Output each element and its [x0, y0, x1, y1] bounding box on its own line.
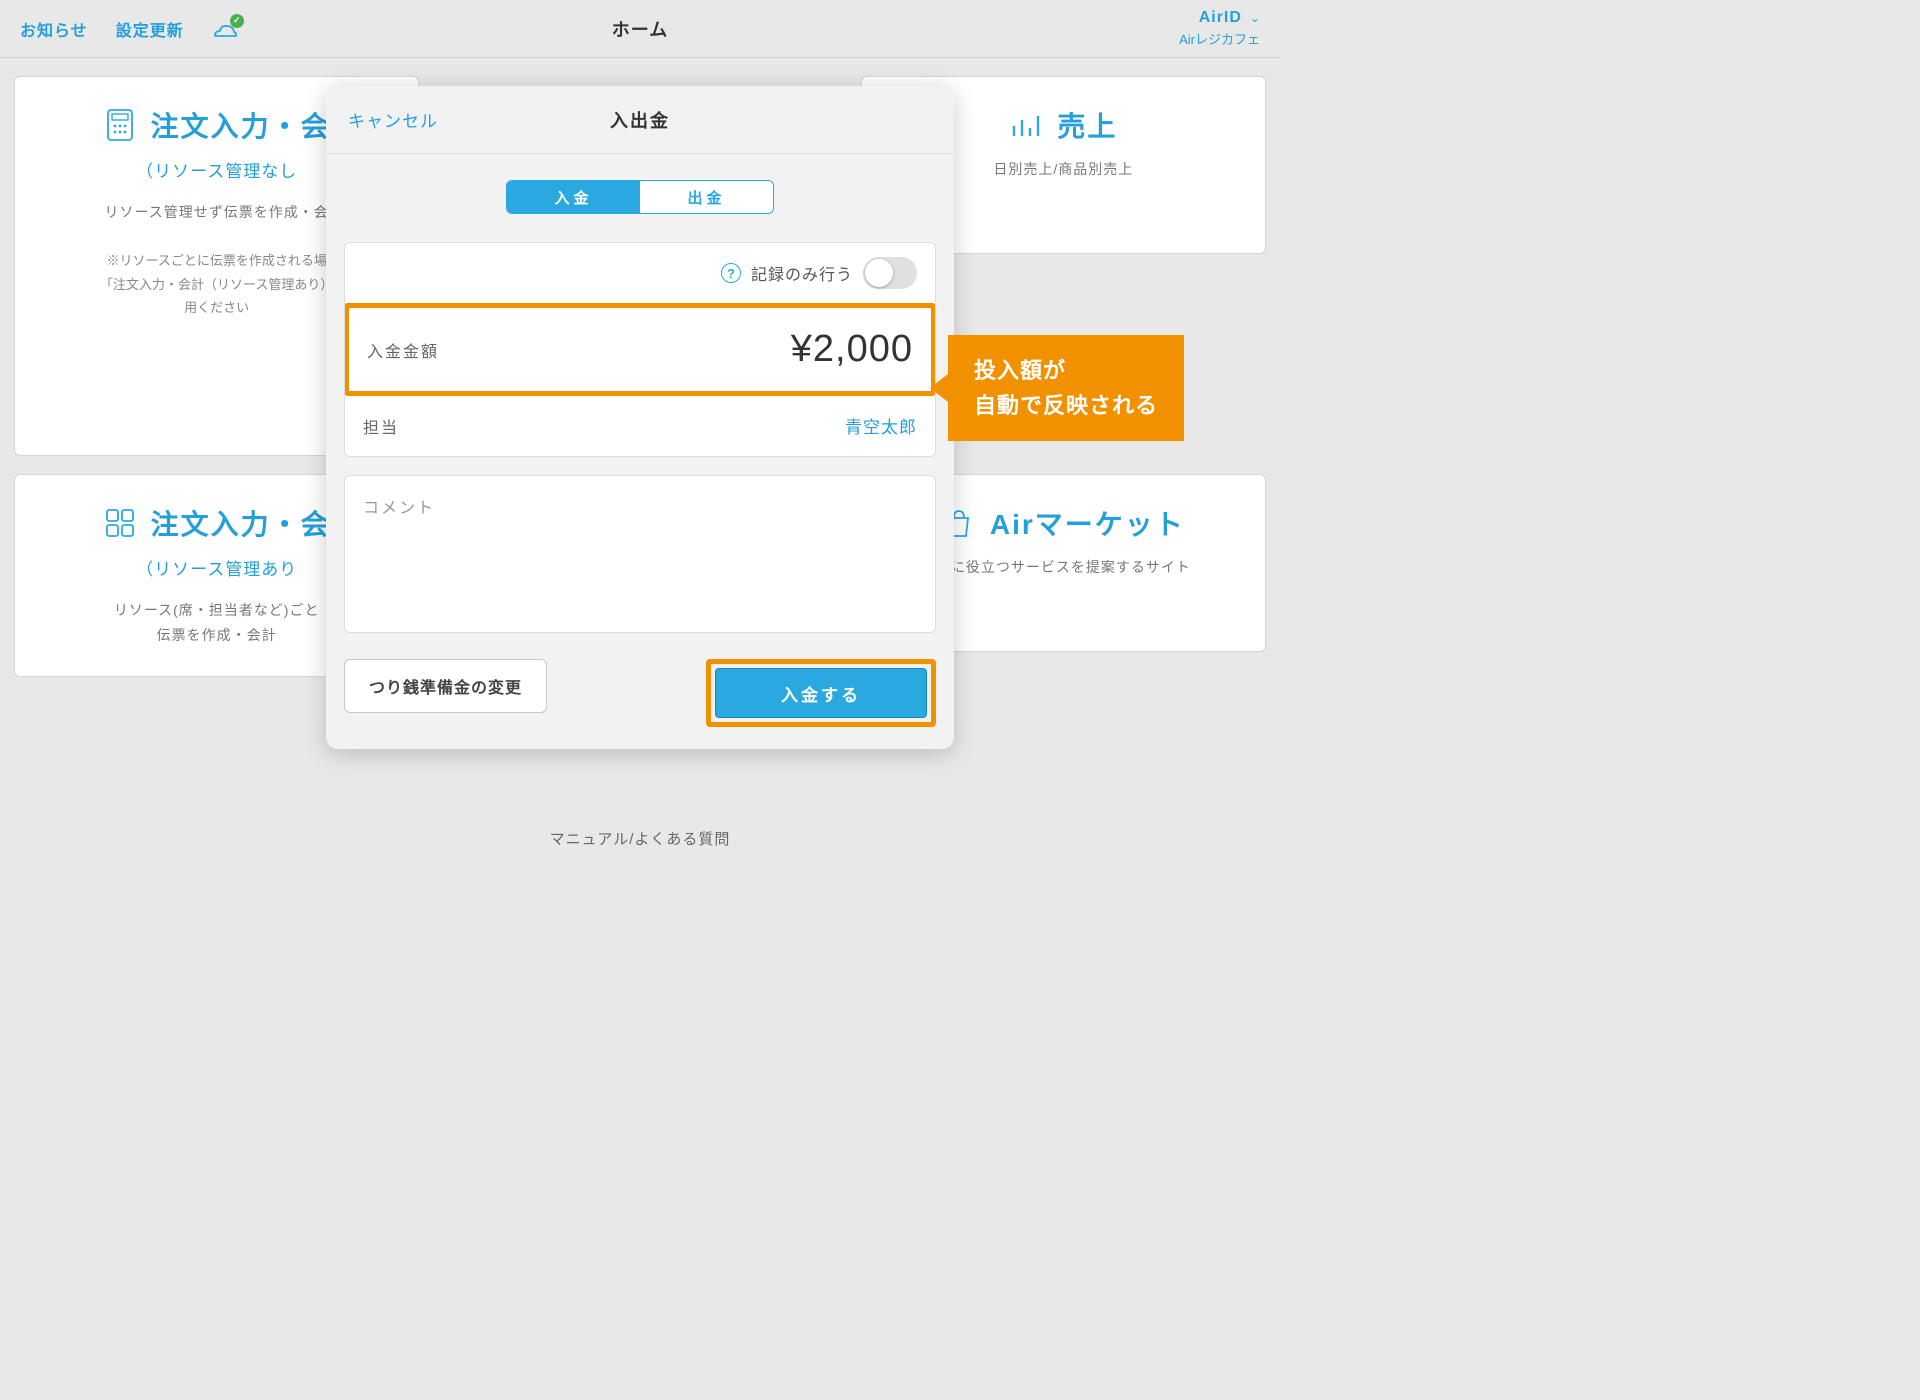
cancel-button[interactable]: キャンセル	[348, 107, 438, 132]
owner-value: 青空太郎	[845, 413, 917, 438]
modal-overlay: キャンセル 入出金 入金 出金 ? 記録のみ行う 入金金額 ¥2,000 担当 …	[0, 0, 1280, 933]
deposit-withdraw-modal: キャンセル 入出金 入金 出金 ? 記録のみ行う 入金金額 ¥2,000 担当 …	[326, 86, 954, 749]
deposit-button[interactable]: 入金する	[715, 668, 927, 718]
segment-deposit[interactable]: 入金	[507, 181, 640, 213]
amount-value: ¥2,000	[791, 328, 913, 371]
annotation-callout: 投入額が 自動で反映される	[948, 335, 1184, 441]
comment-placeholder: コメント	[363, 500, 435, 517]
deposit-amount-field[interactable]: 入金金額 ¥2,000	[344, 303, 936, 396]
help-icon[interactable]: ?	[721, 263, 741, 283]
deposit-button-highlight: 入金する	[706, 659, 936, 727]
owner-label: 担当	[363, 414, 399, 438]
comment-field[interactable]: コメント	[344, 475, 936, 633]
change-reserve-button[interactable]: つり銭準備金の変更	[344, 659, 547, 713]
amount-label: 入金金額	[367, 338, 439, 362]
owner-field[interactable]: 担当 青空太郎	[345, 395, 935, 456]
modal-title: 入出金	[610, 107, 670, 133]
record-only-toggle[interactable]	[863, 257, 917, 289]
deposit-withdraw-segment: 入金 出金	[506, 180, 774, 214]
segment-withdraw[interactable]: 出金	[640, 181, 773, 213]
record-only-label: 記録のみ行う	[751, 261, 853, 285]
